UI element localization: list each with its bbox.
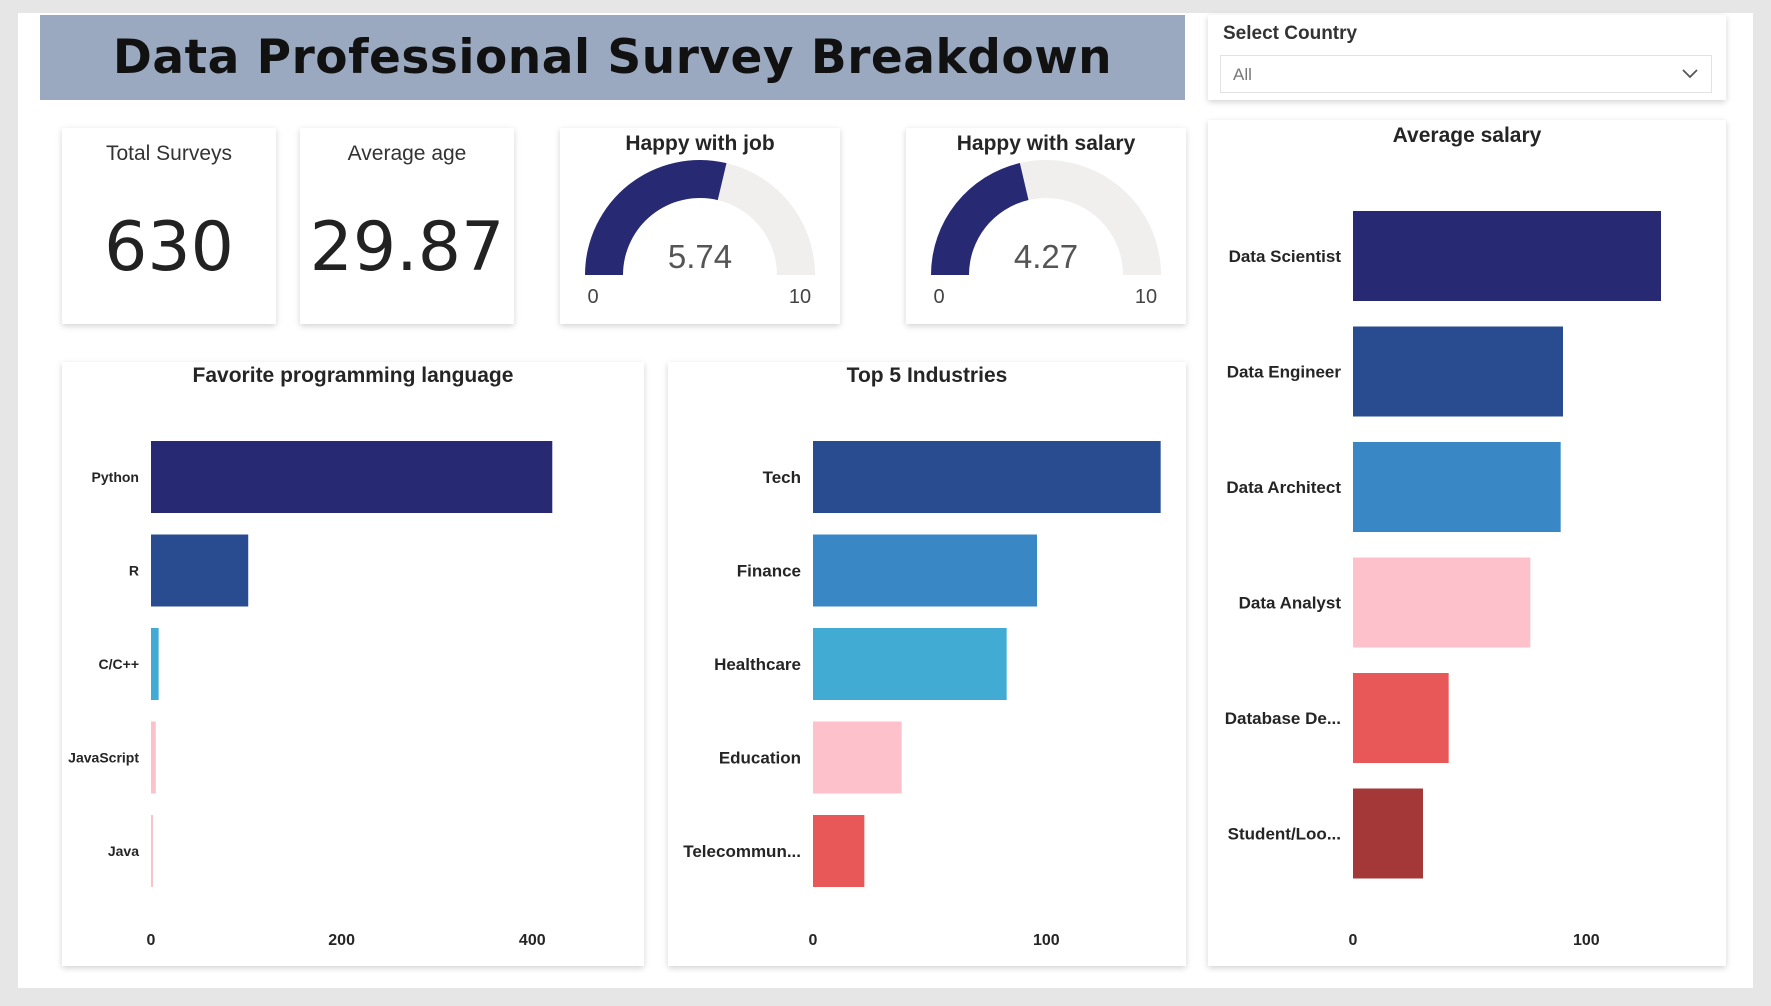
category-label: Healthcare xyxy=(714,655,801,674)
category-label: Finance xyxy=(737,561,801,580)
bar[interactable] xyxy=(151,815,153,887)
bar[interactable] xyxy=(151,721,156,794)
happy-salary-gauge: 4.27 0 10 xyxy=(931,160,1161,308)
x-tick-label: 100 xyxy=(1573,932,1600,949)
bar[interactable] xyxy=(813,534,1037,607)
average-salary-chart: Data Scientist Data Engineer Data Architec… xyxy=(1225,211,1661,949)
bar[interactable] xyxy=(151,628,159,700)
category-label: Tech xyxy=(763,468,801,487)
slicer-selected-value: All xyxy=(1233,65,1252,84)
kpi-label: Average age xyxy=(347,142,467,165)
gauge-value: 4.27 xyxy=(1014,238,1078,275)
kpi-value: 630 xyxy=(104,208,234,287)
bar[interactable] xyxy=(813,628,1007,700)
category-label: Database De... xyxy=(1225,709,1341,728)
total-surveys-card: Total Surveys 630 xyxy=(62,128,276,324)
average-salary-card: Average salary Data Scientist Data Engine… xyxy=(1208,120,1726,966)
happy-job-gauge: 5.74 0 10 xyxy=(585,160,815,308)
top-industries-chart: Tech Finance Healthcare Education Telecommun… xyxy=(683,441,1161,949)
gauge-min-label: 0 xyxy=(933,286,944,308)
country-dropdown[interactable]: All xyxy=(1220,55,1712,93)
bar[interactable] xyxy=(1353,211,1661,301)
gauge-title: Happy with job xyxy=(625,132,775,155)
kpi-value: 29.87 xyxy=(309,208,505,287)
slicer-label: Select Country xyxy=(1223,23,1358,44)
bar[interactable] xyxy=(151,441,553,513)
category-label: Student/Loo... xyxy=(1228,824,1341,843)
x-tick-label: 0 xyxy=(1349,932,1358,949)
bar[interactable] xyxy=(813,441,1161,513)
bar[interactable] xyxy=(1353,442,1561,532)
title-banner: Data Professional Survey Breakdown xyxy=(40,15,1185,100)
gauge-min-label: 0 xyxy=(587,286,598,308)
happy-job-gauge-card: Happy with job 5.74 0 10 xyxy=(560,128,840,324)
gauge-max-label: 10 xyxy=(789,286,811,308)
category-label: Python xyxy=(92,469,139,485)
bar[interactable] xyxy=(1353,788,1423,879)
x-tick-label: 0 xyxy=(809,932,818,949)
gauge-value: 5.74 xyxy=(668,238,732,275)
country-slicer: Select Country All xyxy=(1208,15,1726,100)
chart-title: Favorite programming language xyxy=(192,364,514,387)
gauge-max-label: 10 xyxy=(1135,286,1157,308)
chart-title: Average salary xyxy=(1392,124,1542,147)
category-label: Data Scientist xyxy=(1229,247,1342,266)
x-tick-label: 100 xyxy=(1033,932,1060,949)
category-label: C/C++ xyxy=(99,656,139,672)
x-tick-label: 200 xyxy=(328,932,355,949)
happy-salary-gauge-card: Happy with salary 4.27 0 10 xyxy=(906,128,1186,324)
bar[interactable] xyxy=(1353,557,1531,648)
bar[interactable] xyxy=(1353,673,1449,763)
x-tick-label: 400 xyxy=(519,932,546,949)
bar[interactable] xyxy=(813,815,865,887)
gauge-title: Happy with salary xyxy=(956,132,1136,155)
category-label: Education xyxy=(719,748,801,767)
category-label: Telecommun... xyxy=(683,842,801,861)
chevron-down-icon[interactable] xyxy=(1679,62,1701,84)
programming-language-card: Favorite programming language Python R C/C… xyxy=(62,362,644,966)
category-label: R xyxy=(129,562,139,578)
x-tick-label: 0 xyxy=(147,932,156,949)
category-label: Java xyxy=(108,843,139,859)
bar[interactable] xyxy=(1353,326,1563,417)
kpi-label: Total Surveys xyxy=(105,142,233,165)
page-title: Data Professional Survey Breakdown xyxy=(112,30,1113,85)
category-label: Data Architect xyxy=(1226,478,1341,497)
category-label: Data Analyst xyxy=(1239,593,1342,612)
top-industries-card: Top 5 Industries Tech Finance Healthcare Ed… xyxy=(668,362,1186,966)
bar[interactable] xyxy=(151,534,249,607)
average-age-card: Average age 29.87 xyxy=(300,128,514,324)
category-label: JavaScript xyxy=(68,749,139,765)
bar[interactable] xyxy=(813,721,902,794)
category-label: Data Engineer xyxy=(1227,362,1342,381)
programming-language-chart: Python R C/C++ JavaScript Java 0 200 400 xyxy=(68,441,553,949)
chart-title: Top 5 Industries xyxy=(846,364,1008,387)
